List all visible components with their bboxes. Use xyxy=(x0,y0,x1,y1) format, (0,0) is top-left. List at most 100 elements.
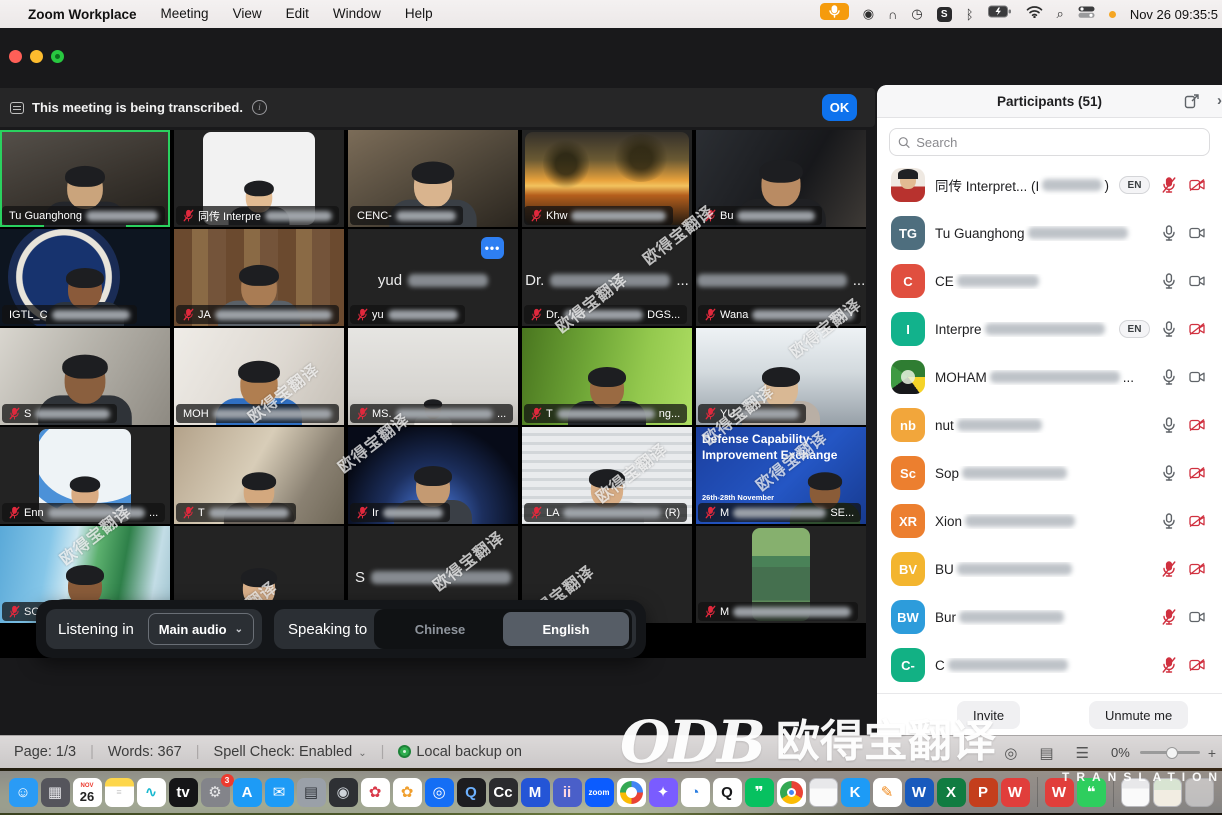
close-window-button[interactable] xyxy=(9,50,22,63)
video-tile[interactable]: 同传 Interpre xyxy=(174,130,344,227)
dock-green-chat-app-icon[interactable]: ❝ xyxy=(1077,778,1106,807)
menu-bar-clock[interactable]: Nov 26 09:35:5 xyxy=(1130,7,1218,22)
dock-freeform-icon[interactable]: ∿ xyxy=(137,778,166,807)
muted-mic-icon[interactable] xyxy=(1160,657,1178,673)
video-tile[interactable]: Bu xyxy=(696,130,866,227)
participant-row[interactable]: CCE xyxy=(877,257,1222,305)
participant-row[interactable]: nbnut xyxy=(877,401,1222,449)
dock-keynote-icon[interactable]: K xyxy=(841,778,870,807)
dock-berries-app-icon[interactable]: ✿ xyxy=(361,778,390,807)
outline-view-icon[interactable]: ☰ xyxy=(1076,744,1089,762)
video-tile[interactable]: Tng... xyxy=(522,328,692,425)
menu-meeting[interactable]: Meeting xyxy=(161,6,209,21)
video-tile[interactable]: yud•••yu xyxy=(348,229,518,326)
video-tile[interactable]: JA xyxy=(174,229,344,326)
menu-help[interactable]: Help xyxy=(405,6,433,21)
video-tile[interactable]: Dr....Dr.DGS... xyxy=(522,229,692,326)
dock-photo-booth-icon[interactable]: ◉ xyxy=(329,778,358,807)
menu-window[interactable]: Window xyxy=(333,6,381,21)
video-icon[interactable] xyxy=(1188,371,1206,383)
participant-row[interactable]: MOHAM... xyxy=(877,353,1222,401)
s-app-status-icon[interactable]: S xyxy=(937,7,952,22)
mic-icon[interactable] xyxy=(1160,273,1178,289)
search-input[interactable] xyxy=(916,135,1201,150)
mic-recording-indicator[interactable] xyxy=(820,3,849,25)
video-off-icon[interactable] xyxy=(1188,419,1206,431)
video-off-icon[interactable] xyxy=(1188,563,1206,575)
dock-finder-icon[interactable]: ☺ xyxy=(9,778,38,807)
video-tile[interactable]: M xyxy=(696,526,866,623)
dock-zoom-icon[interactable]: zoom xyxy=(585,778,614,807)
participant-row[interactable]: BVBU xyxy=(877,545,1222,593)
dock-printer-icon[interactable]: ▤ xyxy=(297,778,326,807)
video-off-icon[interactable] xyxy=(1188,515,1206,527)
video-tile[interactable]: T xyxy=(174,427,344,524)
bluetooth-status-icon[interactable]: ᛒ xyxy=(966,7,974,22)
video-tile[interactable]: S xyxy=(0,328,170,425)
dock-blue-circle-app-icon[interactable]: ◎ xyxy=(425,778,454,807)
dock-launchpad-icon[interactable]: ▦ xyxy=(41,778,70,807)
video-tile[interactable]: Ir xyxy=(348,427,518,524)
dock-mail-icon[interactable]: ✉ xyxy=(265,778,294,807)
dock-wechat-icon[interactable]: ❞ xyxy=(745,778,774,807)
zoom-slider[interactable] xyxy=(1140,751,1200,754)
dock-trash-icon[interactable] xyxy=(1185,778,1214,807)
participant-row[interactable]: C-C xyxy=(877,641,1222,689)
info-icon[interactable]: i xyxy=(252,100,267,115)
dock-image-capture-icon[interactable] xyxy=(809,778,838,807)
active-app-name[interactable]: Zoom Workplace xyxy=(28,7,137,22)
dock-word-icon[interactable]: W xyxy=(905,778,934,807)
language-option-chinese[interactable]: Chinese xyxy=(377,612,503,646)
dock-apple-tv-icon[interactable]: tv xyxy=(169,778,198,807)
participant-row[interactable]: IInterpreEN xyxy=(877,305,1222,353)
video-tile[interactable]: LA(R) xyxy=(522,427,692,524)
listening-audio-dropdown[interactable]: Main audio ⌄ xyxy=(148,613,254,645)
dock-minimized-window-2-icon[interactable] xyxy=(1153,778,1182,807)
eye-view-icon[interactable]: ◎ xyxy=(1004,744,1017,762)
dock-system-settings-icon[interactable]: ⚙3 xyxy=(201,778,230,807)
invite-button[interactable]: Invite xyxy=(957,701,1020,729)
dock-qq-icon[interactable]: Q xyxy=(713,778,742,807)
wifi-status-icon[interactable] xyxy=(1026,5,1043,23)
minimize-window-button[interactable] xyxy=(30,50,43,63)
dock-calendar-icon[interactable]: NOV26 xyxy=(73,778,102,807)
dock-pencil-app-icon[interactable]: ✎ xyxy=(873,778,902,807)
video-tile[interactable]: YU xyxy=(696,328,866,425)
dock-powerpoint-icon[interactable]: P xyxy=(969,778,998,807)
mic-icon[interactable] xyxy=(1160,465,1178,481)
dock-creative-cloud-icon[interactable]: Cc xyxy=(489,778,518,807)
video-tile[interactable]: Defense CapabilityImprovement Exchange26… xyxy=(696,427,866,524)
dock-blue-m-app-icon[interactable]: M xyxy=(521,778,550,807)
muted-mic-icon[interactable] xyxy=(1160,609,1178,625)
fullscreen-window-button[interactable] xyxy=(51,50,64,63)
video-off-icon[interactable] xyxy=(1188,659,1206,671)
language-option-english[interactable]: English xyxy=(503,612,629,646)
mic-icon[interactable] xyxy=(1160,225,1178,241)
participant-row[interactable]: ScSop xyxy=(877,449,1222,497)
video-off-icon[interactable] xyxy=(1188,467,1206,479)
video-tile[interactable]: IGTL_C xyxy=(0,229,170,326)
page-layout-icon[interactable]: ▤ xyxy=(1039,744,1053,762)
zoom-in-icon[interactable]: + xyxy=(1208,745,1216,761)
video-tile[interactable]: ...Wana xyxy=(696,229,866,326)
video-icon[interactable] xyxy=(1188,275,1206,287)
dock-app-store-icon[interactable]: A xyxy=(233,778,262,807)
tile-more-options-button[interactable]: ••• xyxy=(481,237,504,259)
spell-check-status[interactable]: Spell Check: Enabled⌄ xyxy=(214,744,367,760)
participant-row[interactable]: 同传 Interpret... (I)EN xyxy=(877,161,1222,209)
dock-photos-icon[interactable]: ✿ xyxy=(393,778,422,807)
mic-icon[interactable] xyxy=(1160,513,1178,529)
video-tile[interactable]: MOH xyxy=(174,328,344,425)
creative-cloud-status-icon[interactable]: ◉ xyxy=(863,6,874,22)
dock-knot-app-icon[interactable] xyxy=(617,778,646,807)
video-icon[interactable] xyxy=(1188,227,1206,239)
video-off-icon[interactable] xyxy=(1188,179,1206,191)
dock-qq-browser-icon[interactable]: ◔ xyxy=(681,778,710,807)
video-off-icon[interactable] xyxy=(1188,323,1206,335)
menu-view[interactable]: View xyxy=(233,6,262,21)
dock-minimized-window-1-icon[interactable] xyxy=(1121,778,1150,807)
spotlight-search-icon[interactable]: ⌕ xyxy=(1057,6,1064,22)
mic-icon[interactable] xyxy=(1160,417,1178,433)
participant-row[interactable]: BWBur xyxy=(877,593,1222,641)
muted-mic-icon[interactable] xyxy=(1160,561,1178,577)
